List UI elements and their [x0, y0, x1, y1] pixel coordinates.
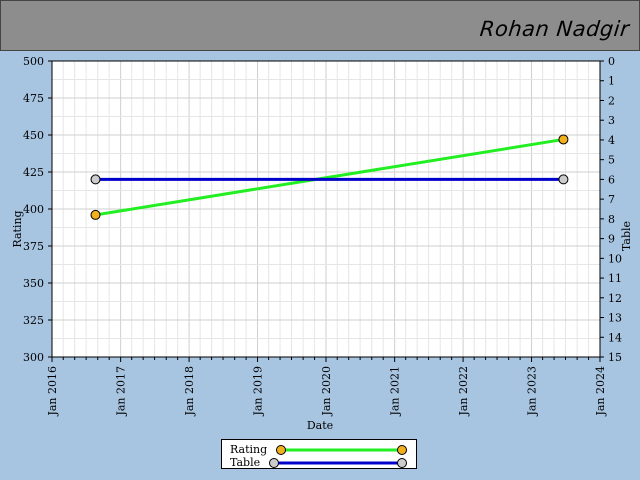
chart-legend: Rating Table	[221, 439, 417, 469]
x-tick-label: Jan 2024	[594, 366, 607, 417]
legend-item-rating: Rating	[222, 443, 418, 457]
x-tick-label: Jan 2022	[457, 366, 470, 417]
y-tick-label: 300	[23, 351, 44, 364]
legend-item-table: Table	[222, 456, 418, 470]
x-tick-label: Jan 2021	[389, 366, 402, 417]
y2-tick-label: 0	[608, 55, 615, 68]
series-point-table	[558, 174, 569, 185]
y-tick-label: 475	[23, 92, 44, 105]
y2-tick-label: 8	[608, 213, 615, 226]
series-point-rating	[90, 209, 101, 220]
y-axis-label: Rating	[11, 210, 24, 247]
x-axis-label: Date	[307, 419, 333, 432]
y-tick-label: 425	[23, 166, 44, 179]
x-tick-label: Jan 2023	[526, 366, 539, 417]
y2-tick-label: 15	[608, 351, 622, 364]
x-tick-label: Jan 2020	[320, 366, 333, 417]
y2-tick-label: 13	[608, 312, 622, 325]
x-tick-label: Jan 2018	[183, 366, 196, 417]
y-tick-label: 350	[23, 277, 44, 290]
y2-tick-label: 12	[608, 292, 622, 305]
y2-tick-label: 7	[608, 193, 615, 206]
x-tick-label: Jan 2017	[115, 366, 128, 417]
y2-axis-label: Table	[620, 221, 633, 251]
y-tick-label: 325	[23, 314, 44, 327]
y2-tick-label: 9	[608, 233, 615, 246]
series-point-rating	[558, 134, 569, 145]
rating-chart: 300325350375400425450475500 0123456789101…	[11, 55, 633, 432]
series-point-table	[90, 174, 101, 185]
y2-tick-label: 14	[608, 331, 622, 344]
legend-swatch-rating	[276, 445, 407, 455]
x-tick-label: Jan 2019	[252, 366, 265, 417]
y2-tick-label: 4	[608, 134, 615, 147]
y-tick-label: 375	[23, 240, 44, 253]
y2-tick-label: 5	[608, 154, 615, 167]
x-tick-label: Jan 2016	[46, 366, 59, 417]
y2-tick-label: 2	[608, 94, 615, 107]
legend-swatch-table	[269, 458, 407, 468]
y2-tick-label: 1	[608, 75, 615, 88]
y-tick-label: 450	[23, 129, 44, 142]
y2-tick-label: 11	[608, 272, 622, 285]
y2-tick-label: 10	[608, 252, 622, 265]
y2-tick-label: 6	[608, 173, 615, 186]
y-tick-label: 400	[23, 203, 44, 216]
y-tick-label: 500	[23, 55, 44, 68]
y2-tick-label: 3	[608, 114, 615, 127]
